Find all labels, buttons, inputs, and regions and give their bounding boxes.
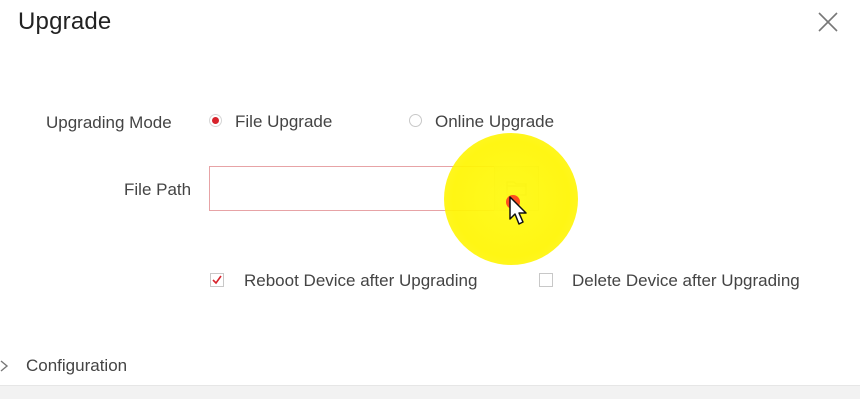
- upgrading-mode-label: Upgrading Mode: [46, 113, 172, 132]
- dialog-title: Upgrade: [18, 8, 112, 35]
- file-path-input[interactable]: [209, 166, 495, 211]
- reboot-label[interactable]: Reboot Device after Upgrading: [244, 271, 477, 291]
- delete-label[interactable]: Delete Device after Upgrading: [572, 271, 800, 291]
- online-upgrade-label[interactable]: Online Upgrade: [435, 112, 554, 132]
- dialog-footer: [0, 385, 860, 399]
- folder-icon: [506, 181, 527, 196]
- configuration-label: Configuration: [26, 356, 128, 375]
- configuration-expander[interactable]: Configuration: [0, 352, 127, 380]
- delete-checkbox[interactable]: [539, 273, 553, 287]
- browse-button[interactable]: [494, 166, 539, 211]
- reboot-checkbox[interactable]: [210, 273, 224, 287]
- online-upgrade-radio[interactable]: [409, 114, 422, 127]
- file-upgrade-radio[interactable]: [209, 114, 222, 127]
- file-upgrade-label[interactable]: File Upgrade: [235, 112, 332, 132]
- upgrade-dialog: Upgrade Upgrading Mode File Upgrade Onli…: [0, 0, 860, 399]
- file-path-label: File Path: [124, 180, 192, 199]
- chevron-right-icon: [0, 360, 9, 372]
- check-icon: [212, 275, 222, 285]
- close-button[interactable]: [816, 10, 840, 34]
- close-icon: [818, 12, 838, 32]
